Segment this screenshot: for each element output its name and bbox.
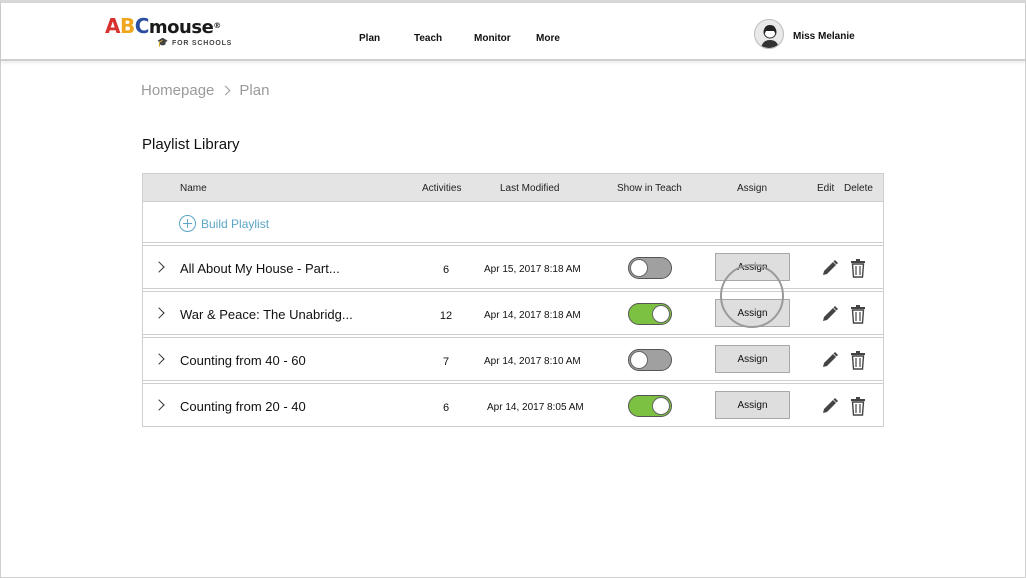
assign-button[interactable]: Assign (715, 391, 790, 419)
build-playlist-label: Build Playlist (201, 216, 270, 231)
abcmouse-logo[interactable]: ABCmouse® 🎓 FOR SCHOOLS (105, 15, 245, 51)
header-assign: Assign (737, 183, 768, 194)
table-row: All About My House - Part... 6 Apr 15, 2… (142, 245, 884, 289)
table-header: Name Activities Last Modified Show in Te… (143, 174, 883, 202)
playlist-name[interactable]: Counting from 20 - 40 (180, 399, 306, 414)
toggle-knob (652, 397, 670, 415)
toggle-knob (652, 305, 670, 323)
build-playlist-row: Build Playlist (143, 203, 883, 243)
header-last-modified: Last Modified (500, 183, 560, 194)
page-title: Playlist Library (142, 136, 240, 153)
header-name: Name (180, 183, 207, 194)
assign-button[interactable]: Assign (715, 253, 790, 281)
graduation-cap-icon: 🎓 (157, 37, 170, 47)
user-avatar-icon (761, 25, 779, 48)
trash-icon[interactable] (850, 396, 866, 416)
header-activities: Activities (422, 183, 462, 194)
activities-count: 7 (442, 356, 450, 368)
last-modified: Apr 14, 2017 8:05 AM (487, 402, 584, 413)
breadcrumb: Homepage Plan (141, 82, 269, 99)
build-playlist-button[interactable]: Build Playlist (179, 215, 269, 232)
show-in-teach-toggle[interactable] (628, 349, 672, 371)
playlist-name[interactable]: Counting from 40 - 60 (180, 353, 306, 368)
table-row: Counting from 40 - 60 7 Apr 14, 2017 8:1… (142, 337, 884, 381)
header-show-in-teach: Show in Teach (617, 183, 682, 194)
nav-monitor[interactable]: Monitor (474, 33, 511, 44)
nav-teach[interactable]: Teach (414, 33, 442, 44)
top-header: ABCmouse® 🎓 FOR SCHOOLS Plan Teach Monito… (1, 3, 1025, 61)
pencil-icon[interactable] (821, 305, 839, 323)
logo-subtitle: 🎓 FOR SCHOOLS (157, 37, 233, 47)
table-row: War & Peace: The Unabridg... 12 Apr 14, … (142, 291, 884, 335)
playlist-table: Name Activities Last Modified Show in Te… (142, 173, 884, 427)
pencil-icon[interactable] (821, 397, 839, 415)
header-delete: Delete (844, 183, 873, 194)
assign-button[interactable]: Assign (715, 345, 790, 373)
expand-chevron-icon[interactable] (153, 353, 165, 365)
logo-wordmark: ABCmouse® (105, 14, 221, 38)
trash-icon[interactable] (850, 304, 866, 324)
toggle-knob (630, 351, 648, 369)
trash-icon[interactable] (850, 258, 866, 278)
nav-more[interactable]: More (536, 33, 560, 44)
nav-plan[interactable]: Plan (359, 33, 380, 44)
header-edit: Edit (817, 183, 835, 194)
playlist-name[interactable]: All About My House - Part... (180, 261, 340, 276)
activities-count: 6 (442, 264, 450, 276)
activities-count: 12 (439, 310, 453, 322)
expand-chevron-icon[interactable] (153, 261, 165, 273)
table-row: Counting from 20 - 40 6 Apr 14, 2017 8:0… (142, 383, 884, 427)
assign-button[interactable]: Assign (715, 299, 790, 327)
plus-circle-icon (179, 215, 196, 232)
show-in-teach-toggle[interactable] (628, 395, 672, 417)
pencil-icon[interactable] (821, 259, 839, 277)
show-in-teach-toggle[interactable] (628, 303, 672, 325)
playlist-name[interactable]: War & Peace: The Unabridg... (180, 307, 353, 322)
last-modified: Apr 14, 2017 8:18 AM (484, 310, 581, 321)
last-modified: Apr 15, 2017 8:18 AM (484, 264, 581, 275)
activities-count: 6 (442, 402, 450, 414)
chevron-right-icon (220, 85, 231, 96)
toggle-knob (630, 259, 648, 277)
breadcrumb-plan[interactable]: Plan (239, 82, 269, 99)
user-name[interactable]: Miss Melanie (793, 31, 855, 42)
user-avatar[interactable] (754, 19, 784, 49)
expand-chevron-icon[interactable] (153, 307, 165, 319)
trash-icon[interactable] (850, 350, 866, 370)
breadcrumb-homepage[interactable]: Homepage (141, 82, 214, 99)
last-modified: Apr 14, 2017 8:10 AM (484, 356, 581, 367)
show-in-teach-toggle[interactable] (628, 257, 672, 279)
pencil-icon[interactable] (821, 351, 839, 369)
expand-chevron-icon[interactable] (153, 399, 165, 411)
